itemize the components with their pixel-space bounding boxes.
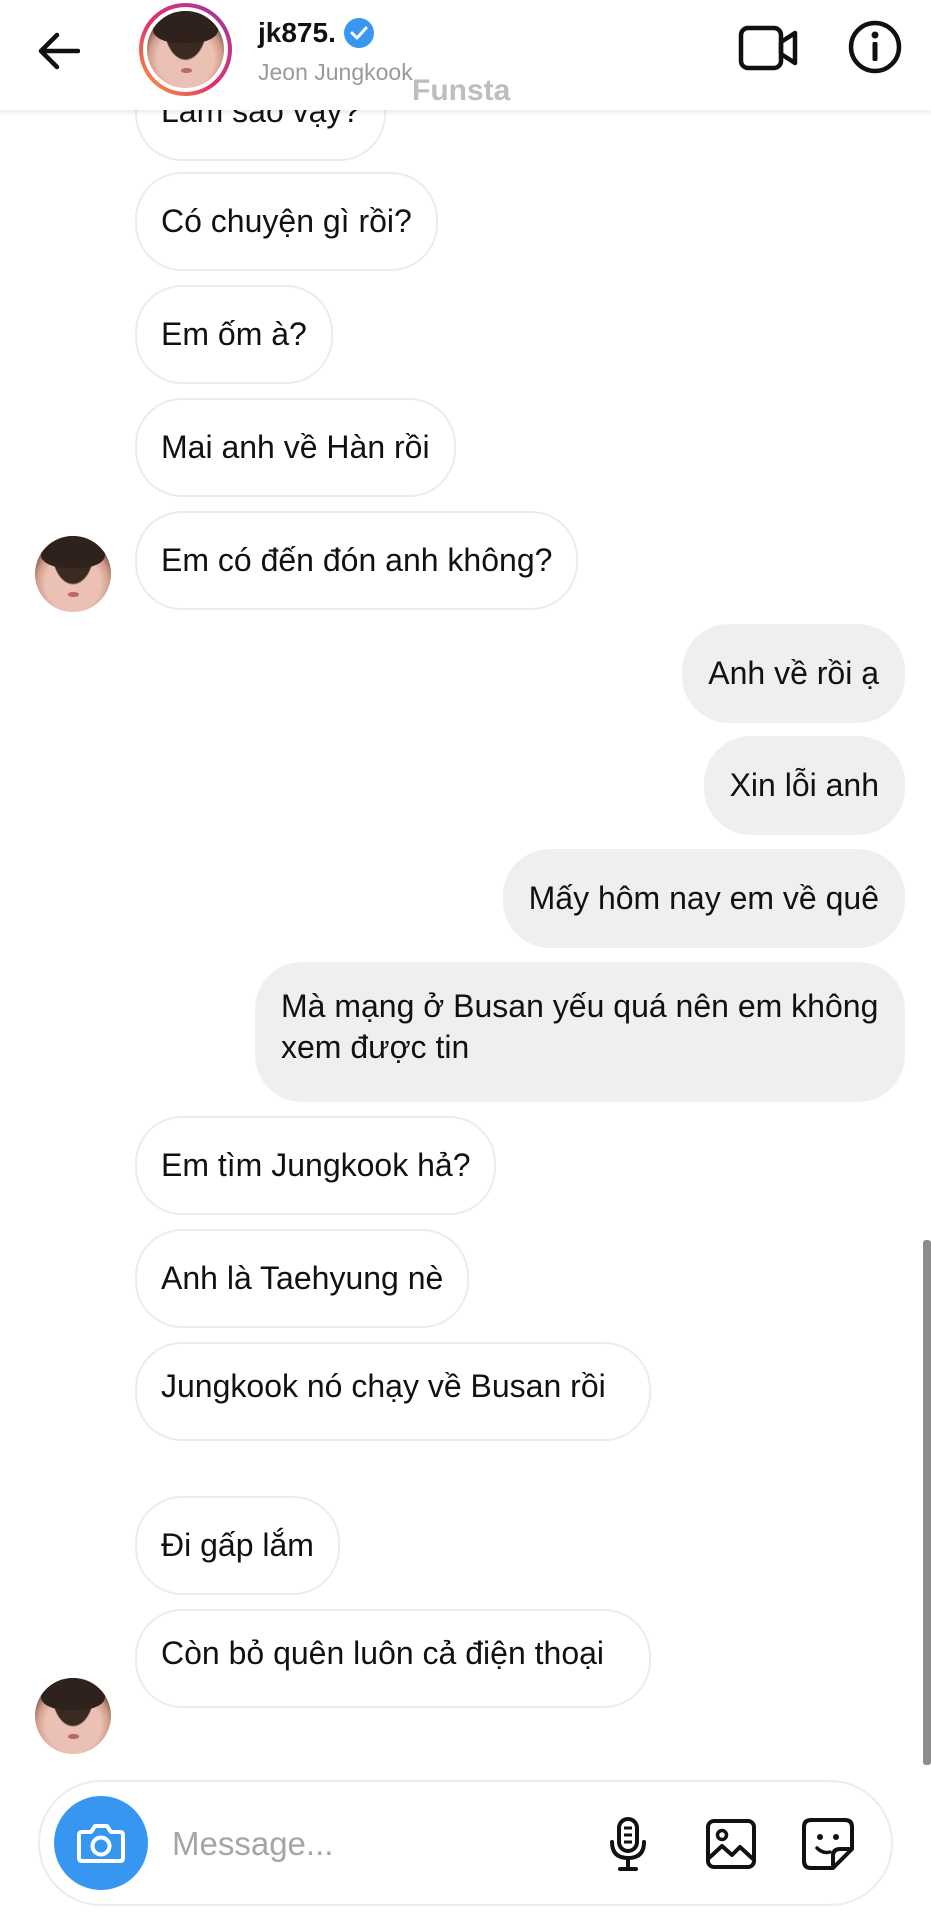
message-text: Jungkook nó chạy về Busan rồi (161, 1368, 606, 1404)
verified-badge-icon (343, 18, 374, 48)
video-call-button[interactable] (736, 22, 800, 74)
video-call-icon (738, 25, 798, 71)
incoming-message[interactable]: Em tìm Jungkook hả? (135, 1116, 497, 1215)
microphone-icon (610, 1817, 646, 1871)
incoming-message[interactable]: Anh là Taehyung nè (135, 1229, 470, 1328)
incoming-message[interactable]: Còn bỏ quên luôn cả điện thoại (135, 1609, 651, 1708)
incoming-message[interactable]: Em ốm à? (135, 285, 333, 384)
message-text: Mà mạng ở Busan yếu quá nên em không xem… (281, 988, 879, 1065)
outgoing-message[interactable]: Anh về rồi ạ (682, 624, 905, 723)
chat-header: jk875. Jeon Jungkook Funsta (0, 0, 931, 110)
camera-button[interactable] (54, 1796, 148, 1890)
chat-display-name: Jeon Jungkook (258, 59, 413, 85)
message-text: Em có đến đón anh không? (161, 542, 553, 578)
avatar-photo (147, 11, 224, 88)
incoming-message[interactable]: Em có đến đón anh không? (135, 511, 579, 610)
back-button[interactable] (28, 20, 90, 82)
incoming-message[interactable]: Mai anh về Hàn rồi (135, 398, 456, 497)
voice-message-button[interactable] (590, 1806, 666, 1882)
message-text: Em ốm à? (161, 316, 307, 352)
sender-avatar[interactable] (35, 1678, 111, 1754)
message-text: Xin lỗi anh (729, 767, 879, 803)
watermark: Funsta (412, 74, 511, 107)
chat-username[interactable]: jk875. (258, 17, 374, 49)
incoming-message[interactable]: Có chuyện gì rồi? (135, 172, 438, 271)
outgoing-message[interactable]: Xin lỗi anh (703, 736, 905, 835)
outgoing-message[interactable]: Mấy hôm nay em về quê (502, 849, 905, 948)
message-text: Có chuyện gì rồi? (161, 203, 412, 239)
arrow-left-icon (38, 32, 80, 70)
incoming-message[interactable]: Đi gấp lắm (135, 1496, 340, 1595)
message-text: Mai anh về Hàn rồi (161, 429, 430, 465)
message-text: Em tìm Jungkook hả? (161, 1147, 471, 1183)
camera-icon (77, 1824, 125, 1863)
scrollbar[interactable] (923, 1240, 931, 1765)
sticker-button[interactable] (790, 1806, 866, 1882)
message-text: Anh về rồi ạ (708, 655, 879, 691)
message-input[interactable] (170, 1812, 594, 1876)
profile-avatar[interactable] (139, 3, 232, 96)
message-thread[interactable]: Làm sao vậy? Có chuyện gì rồi? Em ốm à? … (0, 0, 931, 1920)
outgoing-message[interactable]: Mà mạng ở Busan yếu quá nên em không xem… (255, 962, 905, 1102)
incoming-message[interactable]: Jungkook nó chạy về Busan rồi (135, 1342, 651, 1441)
gallery-button[interactable] (693, 1806, 769, 1882)
info-button[interactable] (846, 18, 904, 76)
sticker-icon (802, 1818, 854, 1870)
info-icon (848, 20, 902, 74)
message-text: Anh là Taehyung nè (161, 1260, 444, 1296)
message-text: Đi gấp lắm (161, 1527, 314, 1563)
message-composer (38, 1780, 893, 1906)
image-gallery-icon (706, 1819, 756, 1869)
message-text: Mấy hôm nay em về quê (528, 880, 879, 916)
message-text: Còn bỏ quên luôn cả điện thoại (161, 1635, 605, 1671)
sender-avatar[interactable] (35, 536, 111, 612)
username-text: jk875. (258, 17, 336, 48)
